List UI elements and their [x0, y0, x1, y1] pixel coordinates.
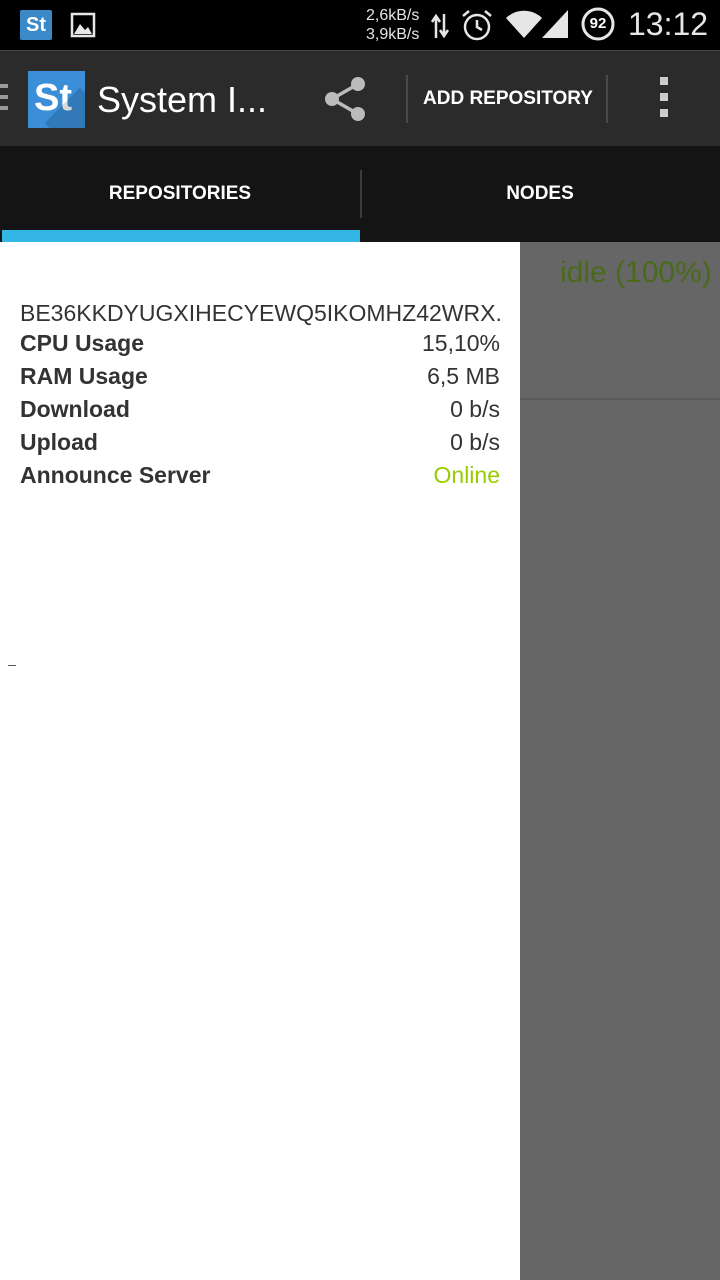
info-label: Announce Server — [20, 462, 211, 488]
system-info-drawer: BE36KKDYUGXIHECYEWQ5IKOMHZ42WRX... CPU U… — [0, 242, 520, 1280]
drawer-mark — [8, 665, 16, 666]
tab-selected-indicator — [2, 230, 360, 242]
info-row-upload: Upload 0 b/s — [20, 429, 500, 462]
info-row-cpu: CPU Usage 15,10% — [20, 330, 500, 363]
speed-up-text: 2,6kB/s — [366, 7, 420, 24]
info-label: Download — [20, 396, 130, 422]
app-title[interactable]: System I... — [97, 79, 267, 121]
clock: 13:12 — [628, 6, 709, 42]
status-bar: St 2,6kB/s 3,9kB/s 92 13:12 — [0, 0, 720, 50]
info-row-download: Download 0 b/s — [20, 396, 500, 429]
wifi-icon — [506, 10, 542, 38]
network-speed: 2,6kB/s 3,9kB/s — [366, 6, 419, 44]
info-value: 6,5 MB — [427, 363, 500, 389]
info-row-ram: RAM Usage 6,5 MB — [20, 363, 500, 396]
info-value: 15,10% — [421, 330, 500, 356]
drawer-indicator-icon[interactable] — [0, 84, 8, 114]
info-label: RAM Usage — [20, 363, 148, 389]
action-divider — [606, 75, 608, 123]
image-icon — [70, 12, 96, 38]
syncthing-app-icon: St — [20, 10, 52, 40]
info-row-announce-server: Announce Server Online — [20, 462, 500, 495]
app-logo[interactable]: St — [28, 71, 85, 128]
announce-status: Online — [433, 462, 500, 488]
info-value: 0 b/s — [450, 396, 500, 422]
info-value: 0 b/s — [450, 429, 500, 455]
speed-down-text: 3,9kB/s — [366, 26, 420, 43]
info-label: CPU Usage — [20, 330, 144, 356]
repository-status[interactable]: idle (100%) — [560, 256, 712, 290]
info-label: Upload — [20, 429, 98, 455]
battery-level: 92 — [589, 15, 607, 32]
data-transfer-icon — [430, 13, 450, 39]
list-divider — [520, 398, 720, 400]
share-icon[interactable] — [318, 71, 374, 127]
action-bar: St System I... ADD REPOSITORY — [0, 50, 720, 146]
tab-repositories[interactable]: REPOSITORIES — [0, 146, 360, 242]
overflow-menu-icon[interactable] — [652, 77, 676, 123]
alarm-icon — [462, 10, 492, 41]
tab-nodes[interactable]: NODES — [360, 146, 720, 242]
add-repository-button[interactable]: ADD REPOSITORY — [414, 81, 602, 117]
tab-bar: REPOSITORIES NODES — [0, 146, 720, 242]
cell-signal-icon — [542, 10, 568, 38]
node-id: BE36KKDYUGXIHECYEWQ5IKOMHZ42WRX... — [20, 300, 500, 326]
action-divider — [406, 75, 408, 123]
